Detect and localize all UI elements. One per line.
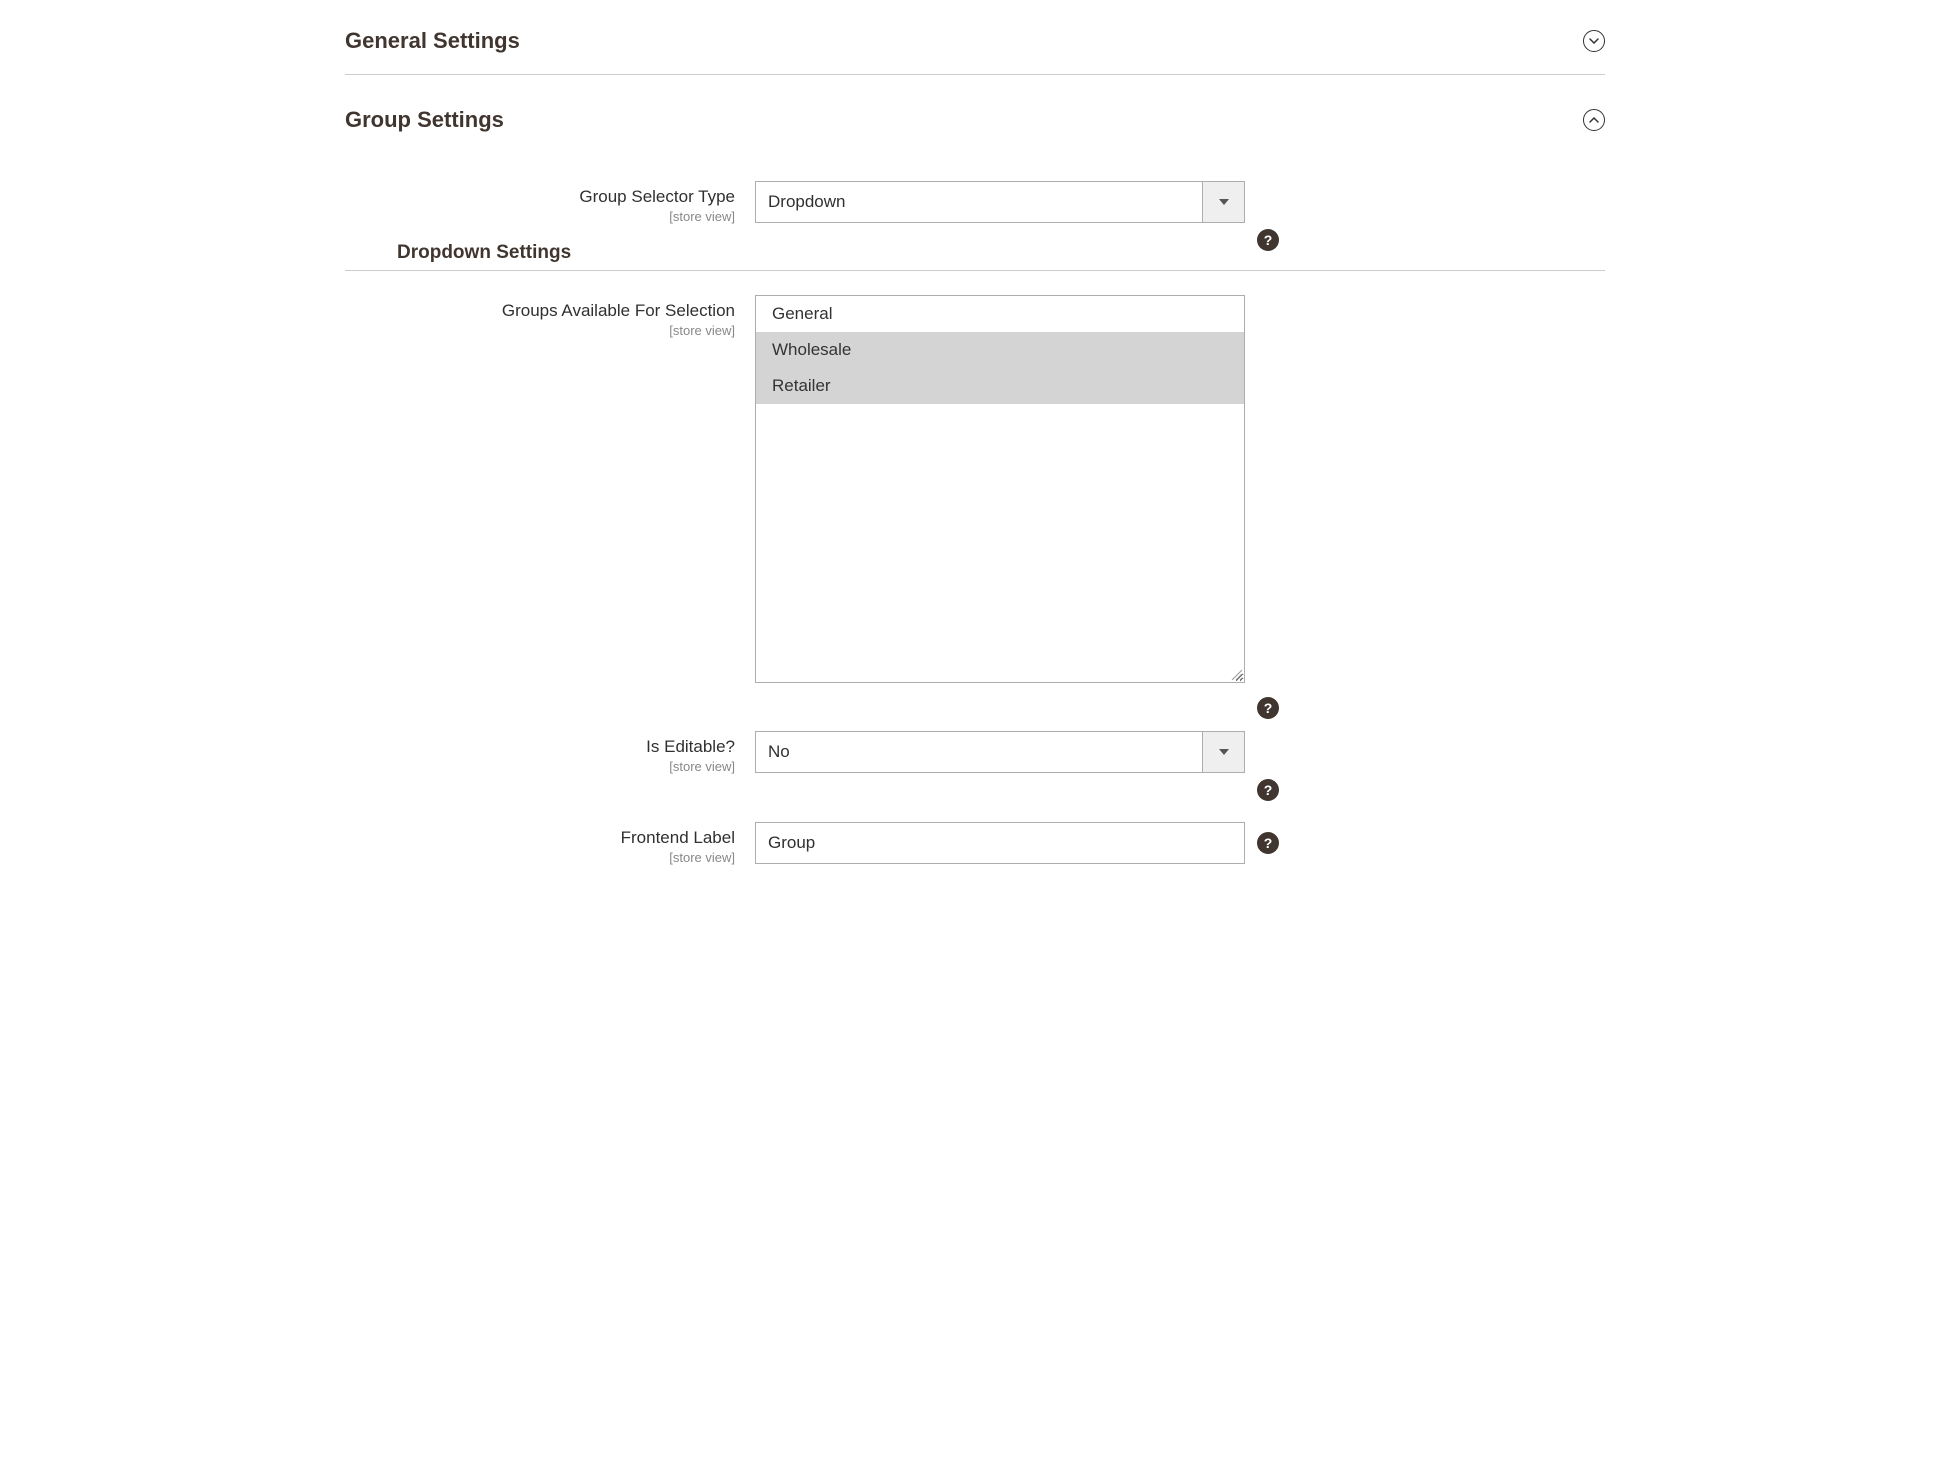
- help-icon[interactable]: ?: [1257, 832, 1279, 854]
- caret-down-icon: [1202, 182, 1244, 222]
- multiselect-option[interactable]: Retailer: [756, 368, 1244, 404]
- caret-down-icon: [1202, 732, 1244, 772]
- chevron-up-icon: [1583, 109, 1605, 131]
- field-frontend-label: Frontend Label [store view] ?: [345, 822, 1605, 865]
- scope-label: [store view]: [345, 209, 735, 224]
- select-value: Dropdown: [756, 182, 1202, 222]
- section-title-general: General Settings: [345, 28, 520, 54]
- section-header-group[interactable]: Group Settings: [345, 99, 1605, 141]
- label-is-editable: Is Editable?: [345, 737, 735, 757]
- label-groups-available: Groups Available For Selection: [345, 301, 735, 321]
- field-groups-available: Groups Available For Selection [store vi…: [345, 295, 1605, 683]
- scope-label: [store view]: [345, 850, 735, 865]
- help-icon[interactable]: ?: [1257, 697, 1279, 719]
- resize-grip-icon: [1230, 668, 1242, 680]
- scope-label: [store view]: [345, 759, 735, 774]
- help-icon[interactable]: ?: [1257, 229, 1279, 251]
- label-group-selector-type: Group Selector Type: [345, 187, 735, 207]
- select-group-selector-type[interactable]: Dropdown: [755, 181, 1245, 223]
- section-header-general[interactable]: General Settings: [345, 20, 1605, 62]
- section-title-group: Group Settings: [345, 107, 504, 133]
- select-value: No: [756, 732, 1202, 772]
- multiselect-option[interactable]: General: [756, 296, 1244, 332]
- label-frontend-label: Frontend Label: [345, 828, 735, 848]
- chevron-down-icon: [1583, 30, 1605, 52]
- help-icon[interactable]: ?: [1257, 779, 1279, 801]
- subsection-header-dropdown: Dropdown Settings: [345, 242, 1605, 271]
- field-group-selector-type: Group Selector Type [store view] Dropdow…: [345, 181, 1605, 224]
- divider: [345, 74, 1605, 75]
- input-frontend-label[interactable]: [755, 822, 1245, 864]
- subsection-title: Dropdown Settings: [397, 242, 571, 264]
- multiselect-groups-available[interactable]: GeneralWholesaleRetailer: [755, 295, 1245, 683]
- field-is-editable: Is Editable? [store view] No ?: [345, 731, 1605, 774]
- scope-label: [store view]: [345, 323, 735, 338]
- multiselect-option[interactable]: Wholesale: [756, 332, 1244, 368]
- select-is-editable[interactable]: No: [755, 731, 1245, 773]
